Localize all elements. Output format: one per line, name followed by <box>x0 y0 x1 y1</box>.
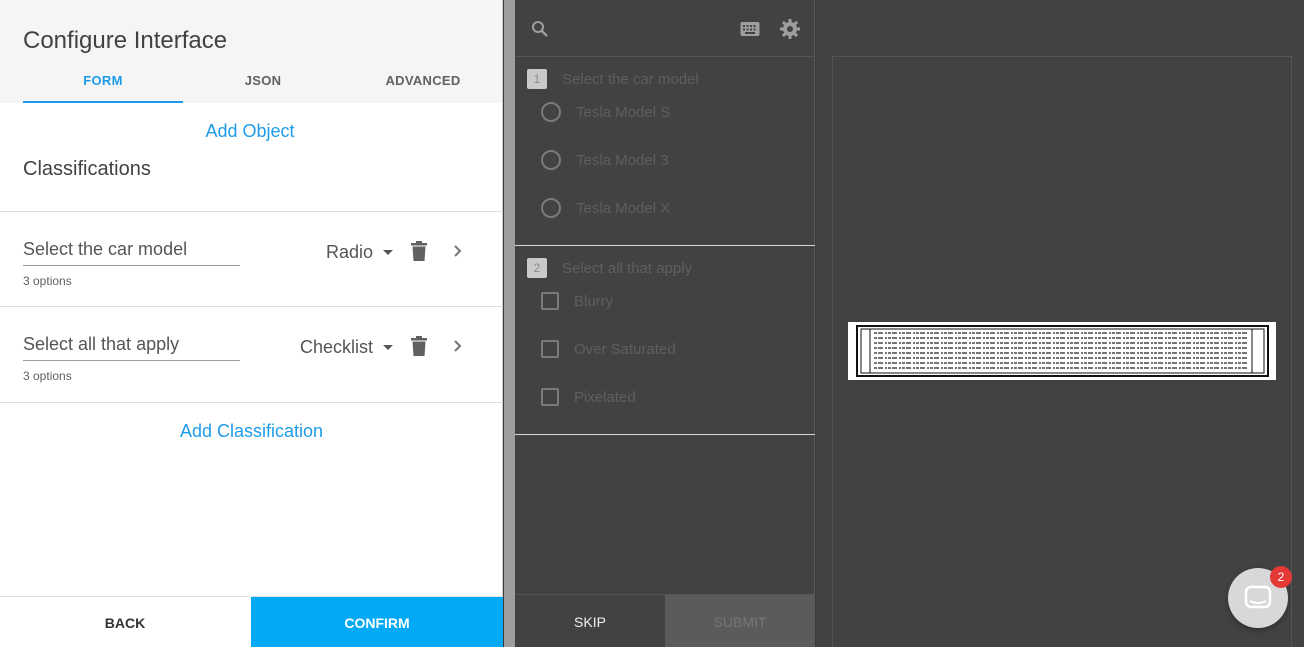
checkbox-option[interactable]: Over Saturated <box>541 340 676 358</box>
checkbox-option[interactable]: Blurry <box>541 292 613 310</box>
checkbox[interactable] <box>541 388 559 406</box>
radio-button[interactable] <box>541 198 561 218</box>
option-label: Pixelated <box>574 388 636 406</box>
keyboard-icon[interactable] <box>740 21 760 37</box>
gear-icon[interactable] <box>780 19 800 39</box>
radio-option[interactable]: Tesla Model X <box>541 198 670 218</box>
option-label: Tesla Model 3 <box>576 151 669 169</box>
panel-divider <box>504 0 515 647</box>
option-label: Tesla Model S <box>576 103 671 121</box>
question-block: 2 Select all that apply Blurry Over Satu… <box>515 246 815 435</box>
radio-button[interactable] <box>541 102 561 122</box>
question-number: 2 <box>527 258 547 278</box>
page-title: Configure Interface <box>23 27 228 54</box>
add-classification-button[interactable]: Add Classification <box>0 421 503 442</box>
submit-button[interactable]: SUBMIT <box>665 595 815 647</box>
caret-down-icon <box>383 345 393 350</box>
classification-row: Select the car model 3 options Radio <box>0 211 503 307</box>
tab-form[interactable]: FORM <box>23 63 183 103</box>
delete-icon[interactable] <box>410 336 428 356</box>
classification-name-input[interactable]: Select the car model <box>23 239 240 266</box>
config-tabs: FORM JSON ADVANCED <box>23 63 503 103</box>
search-icon[interactable] <box>531 20 549 38</box>
classifications-heading: Classifications <box>23 158 151 180</box>
options-count: 3 options <box>23 369 72 383</box>
caret-down-icon <box>383 250 393 255</box>
image-canvas[interactable] <box>816 0 1304 647</box>
checkbox-option[interactable]: Pixelated <box>541 388 636 406</box>
tab-advanced[interactable]: ADVANCED <box>343 63 503 103</box>
add-object-button[interactable]: Add Object <box>0 121 500 142</box>
chevron-right-icon[interactable] <box>451 241 465 261</box>
manuscript-image[interactable] <box>848 322 1276 380</box>
option-label: Tesla Model X <box>576 199 671 217</box>
option-label: Blurry <box>574 292 614 310</box>
back-button[interactable]: BACK <box>0 597 250 647</box>
checkbox[interactable] <box>541 340 559 358</box>
radio-option[interactable]: Tesla Model 3 <box>541 150 669 170</box>
labeling-panel: 1 Select the car model Tesla Model S Tes… <box>515 0 815 647</box>
radio-button[interactable] <box>541 150 561 170</box>
config-header: Configure Interface FORM JSON ADVANCED <box>0 0 502 103</box>
question-text: Select the car model <box>562 70 699 88</box>
type-select-value: Radio <box>325 242 373 262</box>
labeling-footer: SKIP SUBMIT <box>515 594 815 647</box>
classification-name-input[interactable]: Select all that apply <box>23 334 240 361</box>
question-text: Select all that apply <box>562 259 693 277</box>
classification-row: Select all that apply 3 options Checklis… <box>0 306 503 403</box>
configure-interface-panel: Configure Interface FORM JSON ADVANCED A… <box>0 0 503 647</box>
question-block: 1 Select the car model Tesla Model S Tes… <box>515 57 815 246</box>
checkbox[interactable] <box>541 292 559 310</box>
chat-icon <box>1244 585 1272 609</box>
type-select[interactable]: Checklist <box>300 337 393 358</box>
notification-badge: 2 <box>1270 566 1292 588</box>
radio-option[interactable]: Tesla Model S <box>541 102 670 122</box>
delete-icon[interactable] <box>410 241 428 261</box>
options-count: 3 options <box>23 274 72 288</box>
confirm-button[interactable]: CONFIRM <box>251 597 503 647</box>
type-select-value: Checklist <box>299 337 373 357</box>
option-label: Over Saturated <box>574 340 676 358</box>
skip-button[interactable]: SKIP <box>515 595 665 647</box>
tab-json[interactable]: JSON <box>183 63 343 103</box>
config-footer: BACK CONFIRM <box>0 596 503 647</box>
labeling-toolbar <box>515 0 814 57</box>
type-select[interactable]: Radio <box>326 242 393 263</box>
question-number: 1 <box>527 69 547 89</box>
chevron-right-icon[interactable] <box>451 336 465 356</box>
